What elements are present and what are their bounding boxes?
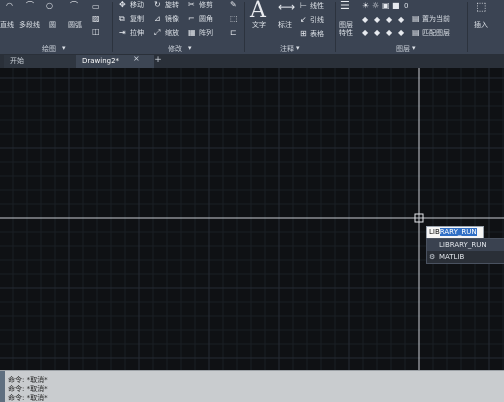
text-button[interactable]: 文字: [252, 21, 266, 29]
array-icon: ▦: [188, 28, 196, 37]
table-icon: ⊞: [300, 29, 307, 38]
dimension-icon: ⟷: [278, 0, 296, 14]
command-line-gutter[interactable]: [0, 371, 5, 402]
layer-tool-icon[interactable]: ◆: [362, 16, 368, 24]
selected-completion-text: RARY_RUN: [439, 228, 477, 236]
circle-button[interactable]: 圆: [49, 21, 56, 29]
sun-icon: ☼: [372, 1, 380, 10]
match-layer-icon: ▤: [412, 28, 420, 37]
separator: [112, 2, 113, 52]
text-icon: A: [250, 0, 266, 23]
stretch-icon: ⇥: [119, 28, 126, 37]
panel-title-annotation[interactable]: 注释: [280, 44, 294, 54]
command-history-line: 命令: *取消*: [8, 376, 48, 384]
explode-icon[interactable]: ⬚: [230, 15, 238, 23]
scale-button[interactable]: 缩放: [165, 29, 179, 37]
mirror-button[interactable]: 镜像: [165, 15, 179, 23]
dimension-button[interactable]: 标注: [278, 21, 292, 29]
scale-icon: ⤢: [154, 28, 161, 37]
tab-start[interactable]: 开始: [4, 55, 76, 68]
circle-icon: ○: [46, 1, 53, 10]
lightbulb-icon: ☀: [362, 1, 370, 10]
copy-button[interactable]: 复制: [130, 15, 144, 23]
polyline-button[interactable]: 多段线: [19, 21, 40, 29]
leader-icon: ↙: [300, 15, 307, 24]
rotate-button[interactable]: 旋转: [165, 1, 179, 9]
line-button[interactable]: 直线: [0, 21, 14, 29]
set-current-icon: ▤: [412, 14, 420, 23]
chevron-down-icon: ▾: [188, 44, 192, 52]
polyline-icon: ⌒: [26, 1, 34, 10]
trim-icon: ✂: [188, 0, 195, 9]
command-history-line: 命令: *取消*: [8, 385, 48, 393]
typed-text: LIB: [429, 228, 440, 236]
autocomplete-item-label: MATLIB: [439, 253, 465, 261]
panel-title-modify[interactable]: 修改: [168, 44, 182, 54]
layer-dropdown[interactable]: 0: [404, 2, 408, 10]
arc-tool-icon: ⌒: [70, 1, 78, 10]
move-button[interactable]: 移动: [130, 1, 144, 9]
move-icon: ✥: [119, 0, 126, 9]
layer-tool-icon[interactable]: ◆: [362, 29, 368, 37]
offset-icon[interactable]: ⊏: [230, 29, 237, 37]
color-swatch-icon: ■: [392, 1, 400, 10]
arc-icon: ◠: [6, 1, 13, 10]
material-library-icon: ⚙: [429, 253, 436, 261]
autocomplete-item[interactable]: ⚙ MATLIB: [427, 251, 504, 263]
autocomplete-list: LIBRARY_RUN ⚙ MATLIB: [426, 238, 504, 264]
copy-icon: ⧉: [119, 14, 125, 23]
mirror-icon: ⊿: [154, 14, 161, 23]
set-current-button[interactable]: 置为当前: [422, 15, 450, 23]
panel-title-draw[interactable]: 绘图: [42, 44, 56, 54]
insert-block-icon: ⬚: [476, 0, 487, 13]
separator: [335, 2, 336, 52]
boundary-icon[interactable]: ◫: [92, 28, 100, 36]
layer-properties-button[interactable]: 图层特性: [339, 21, 355, 37]
trim-button[interactable]: 修剪: [199, 1, 213, 9]
panel-title-layers[interactable]: 图层: [396, 44, 410, 54]
linear-icon: ⊢: [300, 1, 307, 10]
fillet-icon: ⌐: [188, 14, 195, 23]
ribbon: ◠ ⌒ ○ ⌒ 直线 多段线 圆 圆弧 ▭ ▨ ◫ 绘图 ▾ ✥ 移动 ↻ 旋转…: [0, 0, 504, 55]
insert-button[interactable]: 插入: [474, 21, 488, 29]
rotate-icon: ↻: [154, 0, 161, 9]
tab-drawing-label: Drawing2*: [82, 57, 120, 65]
layer-tool-icon[interactable]: ◆: [398, 29, 404, 37]
separator: [467, 2, 468, 52]
rectangle-icon[interactable]: ▭: [92, 3, 100, 11]
tab-start-label: 开始: [10, 57, 24, 65]
pencil-icon[interactable]: ✎: [230, 1, 237, 9]
chevron-down-icon: ▾: [412, 44, 416, 52]
autocomplete-item-label: LIBRARY_RUN: [439, 241, 487, 249]
layer-tool-icon[interactable]: ◆: [374, 16, 380, 24]
layer-tool-icon[interactable]: ◆: [386, 16, 392, 24]
fillet-button[interactable]: 圆角: [199, 15, 213, 23]
hatch-icon[interactable]: ▨: [92, 15, 100, 23]
file-tab-bar: 开始 Drawing2* ×: [0, 54, 504, 68]
layer-tool-icon[interactable]: ◆: [398, 16, 404, 24]
drawing-canvas[interactable]: [0, 68, 504, 370]
tab-drawing2[interactable]: Drawing2*: [76, 55, 154, 68]
command-line-history: 命令: *取消* 命令: *取消* 命令: *取消*: [0, 370, 504, 402]
lock-icon: ▣: [382, 1, 390, 10]
separator: [244, 2, 245, 52]
close-tab-icon[interactable]: ×: [133, 54, 140, 63]
layer-tool-icon[interactable]: ◆: [374, 29, 380, 37]
linear-button[interactable]: 线性: [310, 2, 324, 10]
layer-tool-icon[interactable]: ◆: [386, 29, 392, 37]
stretch-button[interactable]: 拉伸: [130, 29, 144, 37]
leader-button[interactable]: 引线: [310, 16, 324, 24]
table-button[interactable]: 表格: [310, 30, 324, 38]
autocomplete-item[interactable]: LIBRARY_RUN: [427, 239, 504, 251]
array-button[interactable]: 阵列: [199, 29, 213, 37]
chevron-down-icon: ▾: [296, 44, 300, 52]
add-tab-button[interactable]: +: [152, 55, 164, 67]
layer-stack-icon: ☰: [340, 0, 350, 12]
arc-button[interactable]: 圆弧: [68, 21, 82, 29]
grid: [0, 68, 504, 370]
chevron-down-icon: ▾: [62, 44, 66, 52]
match-layer-button[interactable]: 匹配图层: [422, 29, 450, 37]
